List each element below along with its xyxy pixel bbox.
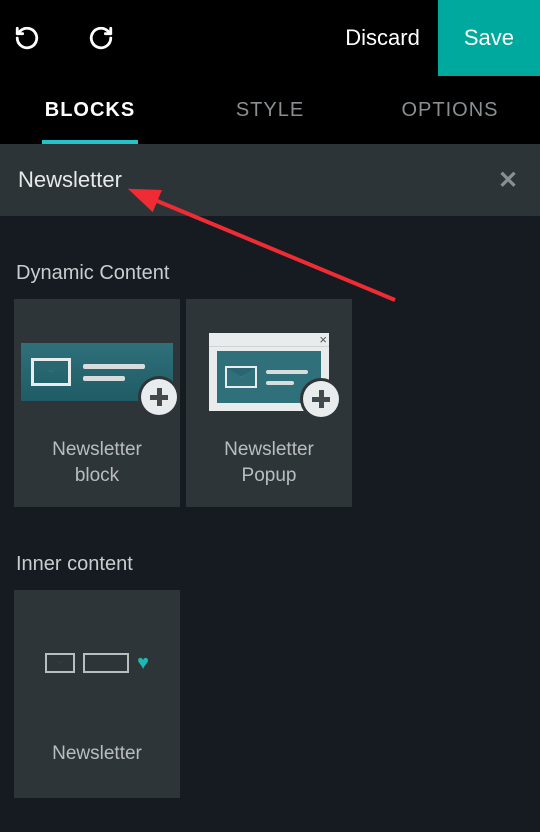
heart-icon: ♥	[137, 652, 149, 675]
section-dynamic-content: Dynamic Content Newsletter block ×	[0, 216, 540, 507]
tab-blocks[interactable]: BLOCKS	[0, 76, 180, 144]
section-inner-content: Inner content ♥ Newsletter	[0, 507, 540, 798]
section-title: Inner content	[16, 553, 526, 576]
tab-options[interactable]: OPTIONS	[360, 76, 540, 144]
block-newsletter-block[interactable]: Newsletter block	[14, 299, 180, 507]
block-newsletter-popup[interactable]: × Newsletter Popup	[186, 299, 352, 507]
block-search-bar: ✕	[0, 144, 540, 216]
block-grid: ♥ Newsletter	[14, 590, 526, 798]
undo-button[interactable]	[14, 25, 40, 51]
text-lines-icon	[266, 370, 308, 385]
block-label: Newsletter block	[14, 419, 180, 507]
editor-panel: Discard Save BLOCKS STYLE OPTIONS ✕ Dyna…	[0, 0, 540, 832]
window-close-icon: ×	[319, 333, 327, 347]
panel-tabs: BLOCKS STYLE OPTIONS	[0, 76, 540, 144]
mail-icon	[225, 366, 257, 388]
mail-icon	[45, 653, 75, 673]
add-icon	[303, 381, 339, 417]
history-controls	[0, 0, 114, 76]
discard-button[interactable]: Discard	[327, 0, 438, 76]
mail-icon	[31, 358, 71, 386]
block-grid: Newsletter block × Newsletter Popup	[14, 299, 526, 507]
block-label: Newsletter	[38, 710, 156, 798]
block-search-input[interactable]	[18, 167, 494, 193]
input-box-icon	[83, 653, 129, 673]
block-thumbnail: ×	[186, 325, 352, 419]
tab-style[interactable]: STYLE	[180, 76, 360, 144]
text-lines-icon	[83, 364, 145, 381]
save-button[interactable]: Save	[438, 0, 540, 76]
block-thumbnail: ♥	[14, 616, 180, 710]
add-icon	[141, 379, 177, 415]
section-title: Dynamic Content	[16, 262, 526, 285]
block-label: Newsletter Popup	[186, 419, 352, 507]
block-thumbnail	[14, 325, 180, 419]
close-icon: ✕	[498, 166, 518, 195]
clear-search-button[interactable]: ✕	[494, 166, 522, 194]
redo-button[interactable]	[88, 25, 114, 51]
top-toolbar: Discard Save	[0, 0, 540, 76]
block-newsletter[interactable]: ♥ Newsletter	[14, 590, 180, 798]
